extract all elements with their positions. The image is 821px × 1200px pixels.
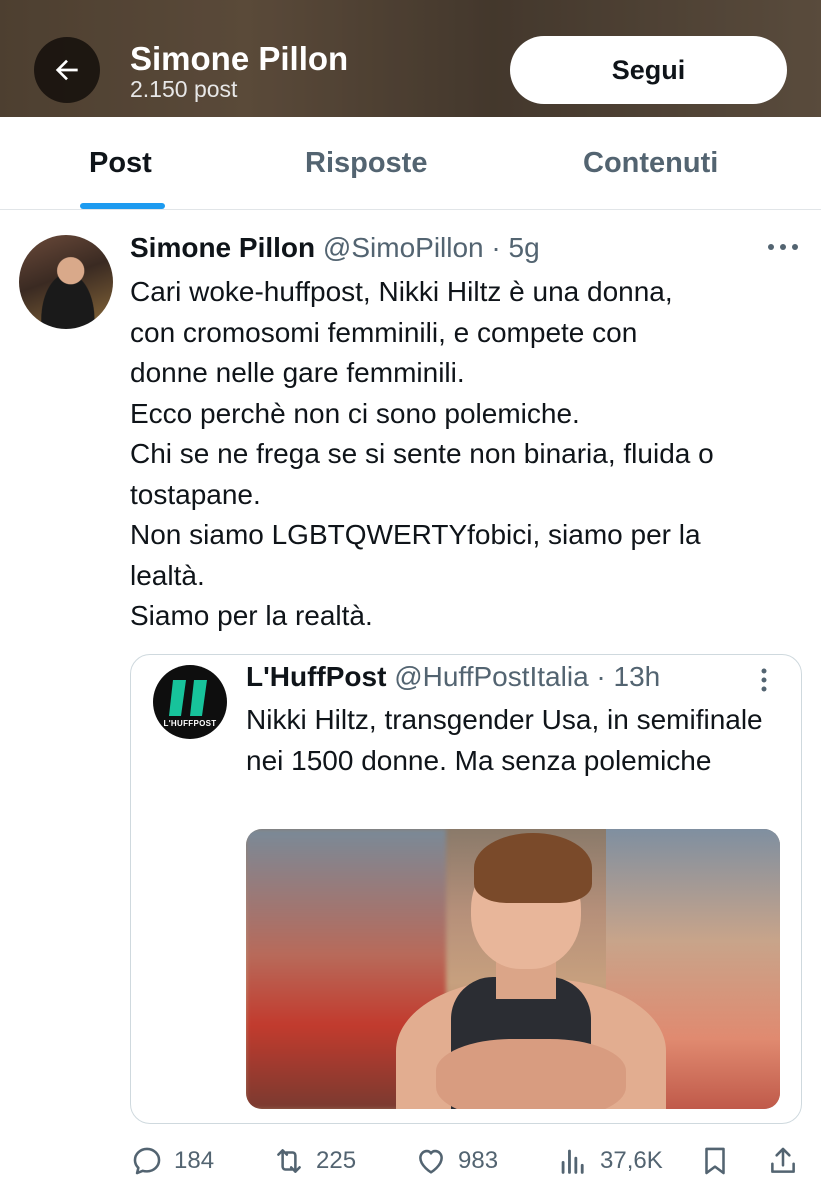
view-count: 37,6K bbox=[600, 1147, 663, 1174]
tab-contenuti[interactable]: Contenuti bbox=[583, 147, 718, 180]
quoted-author-name[interactable]: L'HuffPost bbox=[246, 661, 386, 692]
retweet-button[interactable]: 225 bbox=[272, 1144, 356, 1178]
author-name[interactable]: Simone Pillon bbox=[130, 232, 315, 263]
like-button[interactable]: 983 bbox=[414, 1144, 498, 1178]
more-options-icon[interactable] bbox=[766, 240, 800, 254]
retweet-icon bbox=[277, 1149, 301, 1173]
reply-count: 184 bbox=[174, 1147, 215, 1174]
retweet-count: 225 bbox=[316, 1147, 357, 1174]
bookmark-icon bbox=[705, 1147, 725, 1175]
quoted-author[interactable]: L'HuffPost @HuffPostItalia · 13h bbox=[246, 661, 660, 693]
quoted-photo[interactable] bbox=[246, 829, 780, 1109]
avatar[interactable] bbox=[19, 235, 113, 329]
profile-tabs: Post Risposte Contenuti bbox=[0, 117, 821, 210]
bookmark-button[interactable] bbox=[698, 1144, 732, 1183]
share-icon bbox=[771, 1147, 795, 1173]
profile-header: Simone Pillon 2.150 post Segui bbox=[0, 0, 821, 117]
follow-button[interactable]: Segui bbox=[510, 36, 787, 104]
heart-icon bbox=[419, 1149, 443, 1174]
tweet-text: Cari woke-huffpost, Nikki Hiltz è una do… bbox=[130, 276, 714, 631]
author-handle-time: @SimoPillon · 5g bbox=[322, 232, 540, 263]
quoted-tweet[interactable]: L'HUFFPOST L'HuffPost @HuffPostItalia · … bbox=[130, 654, 802, 1124]
tweet-actions: 184 225 983 37,6K bbox=[0, 1132, 821, 1192]
views-button[interactable]: 37,6K bbox=[556, 1144, 663, 1178]
reply-icon bbox=[133, 1147, 161, 1175]
like-count: 983 bbox=[458, 1147, 499, 1174]
arrow-left-icon bbox=[55, 59, 78, 81]
tab-post[interactable]: Post bbox=[89, 147, 152, 180]
active-tab-indicator bbox=[80, 203, 165, 209]
views-chart-icon bbox=[561, 1149, 584, 1174]
quoted-text: Nikki Hiltz, transgender Usa, in semifin… bbox=[246, 704, 763, 776]
tab-risposte[interactable]: Risposte bbox=[305, 147, 427, 180]
profile-name: Simone Pillon bbox=[130, 40, 349, 77]
quoted-handle-time: @HuffPostItalia · 13h bbox=[394, 661, 661, 692]
huffpost-logo: L'HUFFPOST bbox=[153, 665, 227, 739]
back-button[interactable] bbox=[34, 37, 100, 103]
huffpost-logo-icon bbox=[169, 680, 207, 716]
tweet-author[interactable]: Simone Pillon @SimoPillon · 5g bbox=[130, 232, 540, 264]
share-button[interactable] bbox=[766, 1144, 800, 1183]
reply-button[interactable]: 184 bbox=[130, 1144, 214, 1178]
post-count: 2.150 post bbox=[130, 76, 238, 102]
quoted-more-icon[interactable] bbox=[757, 667, 771, 693]
